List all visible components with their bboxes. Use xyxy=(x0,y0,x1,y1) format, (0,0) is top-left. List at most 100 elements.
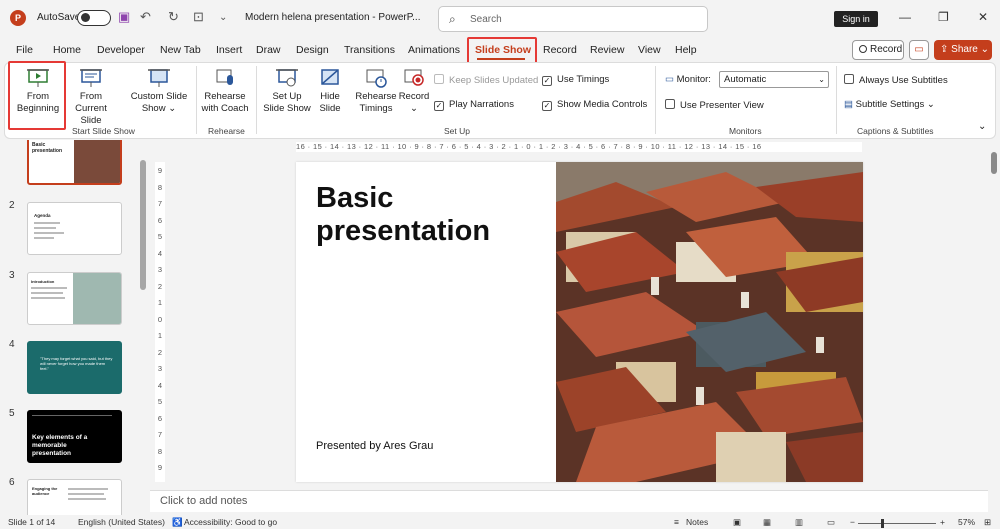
current-slide[interactable]: Basic presentation Presented by Ares Gra… xyxy=(296,162,863,482)
custom-slide-show-icon xyxy=(148,69,170,87)
vertical-ruler-tick: 8 xyxy=(157,446,163,456)
normal-view-icon[interactable]: ▣ xyxy=(733,517,741,528)
tab-file[interactable]: File xyxy=(16,44,33,56)
vertical-scrollbar-thumb[interactable] xyxy=(991,152,997,174)
thumbnail-slide-4[interactable]: "They may forget what you said, but they… xyxy=(27,341,122,394)
tab-draw[interactable]: Draw xyxy=(256,44,281,56)
thumbnail-photo xyxy=(74,140,120,183)
vertical-ruler-tick: 9 xyxy=(157,166,163,175)
zoom-out-icon[interactable]: − xyxy=(850,517,855,527)
tab-insert[interactable]: Insert xyxy=(216,44,242,56)
set-up-slide-show-button[interactable]: Set Up Slide Show xyxy=(262,67,312,115)
slide-show-view-icon[interactable]: ▭ xyxy=(827,517,835,528)
from-current-slide-button[interactable]: From Current Slide xyxy=(64,67,118,127)
qat-more-icon[interactable]: ⌄ xyxy=(219,12,227,23)
slide-subtitle[interactable]: Presented by Ares Grau xyxy=(316,440,433,452)
record-ribbon-label: Record xyxy=(398,91,430,102)
thumbnails-scrollbar[interactable] xyxy=(140,160,146,290)
vertical-ruler-tick: 5 xyxy=(157,232,163,241)
notes-pane[interactable]: Click to add notes xyxy=(150,490,988,512)
tab-help[interactable]: Help xyxy=(675,44,697,56)
vertical-ruler-tick: 8 xyxy=(157,182,163,192)
collapse-ribbon-icon[interactable]: ⌄ xyxy=(978,121,986,132)
comments-button[interactable]: ▭ xyxy=(909,40,929,60)
slide-thumbnails-pane[interactable]: Basic presentation 2 Agenda 3 Introducti… xyxy=(0,140,150,515)
autosave-toggle[interactable] xyxy=(77,10,111,26)
use-presenter-view-checkbox[interactable]: Use Presenter View xyxy=(665,99,764,111)
slide-count: Slide 1 of 14 xyxy=(8,517,56,527)
thumbnail-slide-5[interactable]: Key elements of a memorable presentation xyxy=(27,410,122,463)
tab-transitions[interactable]: Transitions xyxy=(344,44,395,56)
notes-button[interactable]: Notes xyxy=(686,517,708,527)
share-button[interactable]: ⇪ Share ⌄ xyxy=(934,40,992,60)
thumbnail-slide-6[interactable]: Engaging the audience xyxy=(27,479,122,515)
subtitle-settings-button[interactable]: ▤ Subtitle Settings ⌄ xyxy=(844,99,935,110)
horizontal-ruler: 16 · 15 · 14 · 13 · 12 · 11 · 10 · 9 · 8… xyxy=(296,142,862,152)
set-up-group-label: Set Up xyxy=(444,126,470,136)
slide-sorter-icon[interactable]: ▦ xyxy=(763,517,771,528)
rehearse-coach-icon xyxy=(216,69,233,85)
undo-icon[interactable]: ↶ xyxy=(140,9,151,25)
chevron-down-icon: ⌄ xyxy=(165,103,177,114)
use-timings-checkbox[interactable]: ✓ Use Timings xyxy=(542,74,609,86)
restore-icon[interactable]: ❐ xyxy=(938,10,949,24)
tab-record[interactable]: Record xyxy=(543,44,577,56)
status-bar: Slide 1 of 14 English (United States) ♿ … xyxy=(0,515,1000,529)
always-use-subtitles-checkbox[interactable]: Always Use Subtitles xyxy=(844,74,948,86)
share-icon: ⇪ xyxy=(940,44,952,55)
tab-new-tab[interactable]: New Tab xyxy=(160,44,201,56)
search-box[interactable]: ⌕ Search xyxy=(438,6,708,32)
redo-icon[interactable]: ↻ xyxy=(168,9,179,25)
sign-in-button[interactable]: Sign in xyxy=(834,11,878,27)
keep-slides-updated-checkbox[interactable]: Keep Slides Updated xyxy=(434,74,538,86)
slide-show-tab-highlight xyxy=(467,37,537,64)
slide-title[interactable]: Basic presentation xyxy=(316,182,490,248)
record-label: Record xyxy=(870,44,903,55)
subtitle-icon: ▤ xyxy=(844,99,856,110)
thumbnail-slide-3[interactable]: Introduction xyxy=(27,272,122,325)
fit-slide-icon[interactable]: ⊞ xyxy=(984,517,991,528)
present-icon[interactable]: ⊡ xyxy=(193,9,204,25)
record-slide-icon xyxy=(404,69,424,86)
rehearse-with-coach-button[interactable]: Rehearse with Coach xyxy=(200,67,250,115)
hide-slide-button[interactable]: Hide Slide xyxy=(315,67,345,115)
record-ribbon-button[interactable]: Record ⌄ xyxy=(398,67,430,115)
record-button[interactable]: Record xyxy=(852,40,904,60)
zoom-in-icon[interactable]: + xyxy=(940,517,945,527)
keep-slides-updated-label: Keep Slides Updated xyxy=(449,75,539,86)
reading-view-icon[interactable]: ▥ xyxy=(795,517,803,528)
thumbnail-number: 3 xyxy=(9,270,15,281)
tab-home[interactable]: Home xyxy=(53,44,81,56)
show-media-controls-label: Show Media Controls xyxy=(557,99,648,110)
thumbnail-text-line xyxy=(34,222,60,224)
zoom-slider-knob[interactable] xyxy=(881,519,884,528)
search-icon: ⌕ xyxy=(449,12,456,26)
zoom-slider-track[interactable] xyxy=(858,523,936,524)
minimize-icon[interactable]: — xyxy=(899,10,911,24)
tab-animations[interactable]: Animations xyxy=(408,44,460,56)
monitor-select[interactable]: Automatic ⌄ xyxy=(719,71,829,88)
zoom-level[interactable]: 57% xyxy=(958,517,975,527)
tab-developer[interactable]: Developer xyxy=(97,44,145,56)
monitor-label-row: ▭ Monitor: xyxy=(665,74,711,85)
vertical-scrollbar[interactable] xyxy=(989,140,1000,515)
thumbnail-slide-2[interactable]: Agenda xyxy=(27,202,122,255)
accessibility-status[interactable]: Accessibility: Good to go xyxy=(184,517,277,527)
thumbnail-slide-1[interactable]: Basic presentation xyxy=(27,140,122,185)
vertical-ruler-tick: 5 xyxy=(157,397,163,406)
play-narrations-checkbox[interactable]: ✓ Play Narrations xyxy=(434,99,514,111)
language[interactable]: English (United States) xyxy=(78,517,165,527)
tab-design[interactable]: Design xyxy=(296,44,329,56)
show-media-controls-checkbox[interactable]: ✓ Show Media Controls xyxy=(542,99,647,111)
checkbox-icon xyxy=(665,99,675,109)
custom-slide-show-button[interactable]: Custom Slide Show ⌄ xyxy=(128,67,190,115)
save-icon[interactable]: ▣ xyxy=(118,9,130,25)
tab-review[interactable]: Review xyxy=(590,44,624,56)
tab-view[interactable]: View xyxy=(638,44,661,56)
monitor-icon: ▭ xyxy=(665,74,677,85)
close-icon[interactable]: ✕ xyxy=(978,10,988,24)
checkmark-icon: ✓ xyxy=(434,101,444,111)
rooftops-photo[interactable] xyxy=(556,162,863,482)
rehearse-timings-button[interactable]: Rehearse Timings xyxy=(354,67,398,115)
monitor-select-value: Automatic xyxy=(724,74,767,85)
